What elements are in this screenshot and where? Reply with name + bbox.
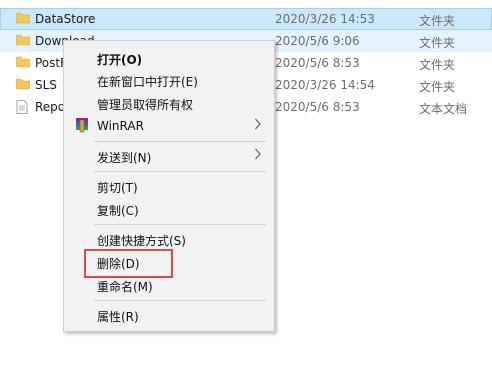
delete-highlight-box <box>84 249 173 278</box>
chevron-right-icon <box>254 147 262 164</box>
file-date: 2020/5/6 8:53 <box>275 100 360 114</box>
menu-separator <box>94 300 266 301</box>
folder-icon <box>15 56 31 71</box>
menu-separator <box>94 171 266 172</box>
file-date: 2020/5/6 9:06 <box>275 34 360 48</box>
file-date: 2020/3/26 14:53 <box>275 12 375 26</box>
file-date: 2020/3/26 14:54 <box>275 78 375 92</box>
winrar-icon <box>74 117 90 136</box>
menu-item-label: 属性(R) <box>97 310 139 324</box>
menu-item-label: 发送到(N) <box>97 151 152 165</box>
menu-item-label: 打开(O) <box>97 53 143 67</box>
file-type: 文本文档 <box>419 102 468 116</box>
menu-item-label: 复制(C) <box>97 204 139 218</box>
menu-item-properties[interactable]: 属性(R) <box>64 304 274 326</box>
menu-item-send-to[interactable]: 发送到(N) <box>64 145 274 167</box>
menu-item-label: 在新窗口中打开(E) <box>97 75 198 89</box>
menu-item-cut[interactable]: 剪切(T) <box>64 175 274 197</box>
folder-icon <box>15 78 31 93</box>
file-name: DataStore <box>35 12 96 26</box>
folder-icon <box>15 12 31 27</box>
file-type: 文件夹 <box>419 14 456 28</box>
text-file-icon <box>16 100 28 117</box>
folder-icon <box>15 34 31 49</box>
menu-item-label: 管理员取得所有权 <box>97 98 194 112</box>
menu-item-open-new-window[interactable]: 在新窗口中打开(E) <box>64 69 274 91</box>
menu-item-winrar[interactable]: WinRAR <box>64 115 274 137</box>
file-type: 文件夹 <box>419 80 456 94</box>
menu-item-create-shortcut[interactable]: 创建快捷方式(S) <box>64 228 274 250</box>
context-menu: 打开(O) 在新窗口中打开(E) 管理员取得所有权 WinRAR 发送到(N) … <box>63 40 275 332</box>
menu-item-label: 剪切(T) <box>97 181 138 195</box>
chevron-right-icon <box>254 117 262 134</box>
menu-item-open[interactable]: 打开(O) <box>64 47 274 69</box>
menu-item-copy[interactable]: 复制(C) <box>64 198 274 220</box>
file-type: 文件夹 <box>419 36 456 50</box>
menu-item-label: 创建快捷方式(S) <box>97 234 186 248</box>
file-name: SLS <box>35 78 57 92</box>
file-date: 2020/5/6 8:53 <box>275 56 360 70</box>
menu-item-take-ownership[interactable]: 管理员取得所有权 <box>64 92 274 114</box>
file-type: 文件夹 <box>419 58 456 72</box>
menu-separator <box>94 141 266 142</box>
file-row-datastore[interactable]: DataStore 2020/3/26 14:53 文件夹 <box>0 8 492 30</box>
file-name: Repo <box>35 100 66 114</box>
menu-separator <box>94 224 266 225</box>
menu-item-label: WinRAR <box>97 119 144 133</box>
menu-item-label: 重命名(M) <box>97 280 153 294</box>
